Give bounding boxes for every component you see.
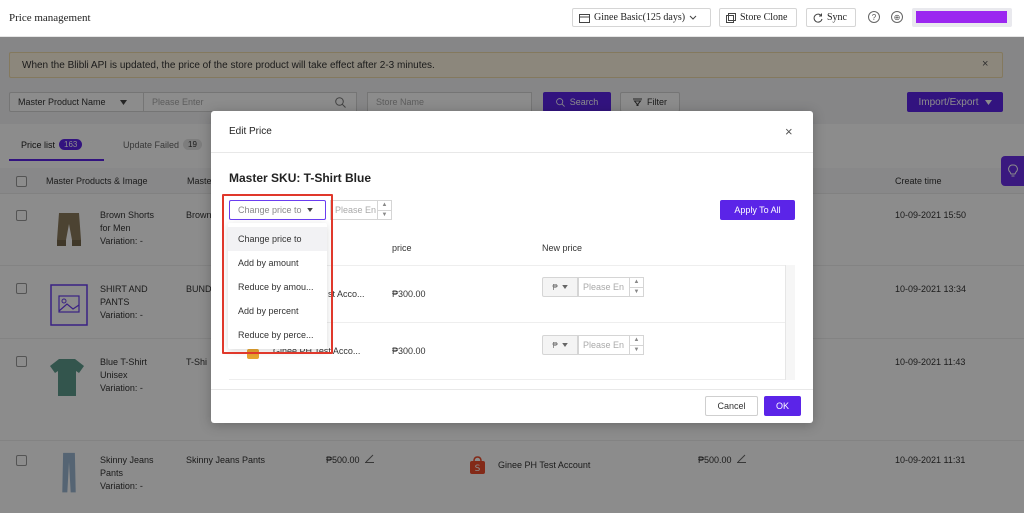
help-icon[interactable]: ? <box>868 11 880 23</box>
ok-button[interactable]: OK <box>764 396 801 416</box>
plan-label: Ginee Basic(125 days) <box>594 12 686 23</box>
caret-down-icon <box>561 343 568 347</box>
stepper-up-icon[interactable]: ▲ <box>378 201 391 211</box>
row-divider <box>229 379 785 380</box>
chevron-down-icon <box>689 15 697 20</box>
store-price: ₱300.00 <box>392 289 426 299</box>
amount-placeholder: Please En <box>335 205 377 215</box>
plan-selector[interactable]: Ginee Basic(125 days) <box>572 8 711 27</box>
highlight-annotation <box>222 194 333 354</box>
new-price-stepper[interactable]: ▲ ▼ <box>630 277 644 297</box>
apply-to-all-button[interactable]: Apply To All <box>720 200 795 220</box>
globe-icon[interactable]: ⊕ <box>891 11 903 23</box>
modal-footer-divider <box>211 389 813 390</box>
stepper-down-icon[interactable]: ▼ <box>378 211 391 220</box>
stepper-up-icon[interactable]: ▲ <box>630 336 643 346</box>
new-price-input[interactable]: Please En <box>578 335 630 355</box>
modal-title: Edit Price <box>229 126 272 137</box>
stepper-up-icon[interactable]: ▲ <box>630 278 643 288</box>
stepper-down-icon[interactable]: ▼ <box>630 288 643 297</box>
new-price-placeholder: Please En <box>583 282 625 292</box>
clone-icon <box>726 12 736 23</box>
amount-input[interactable]: Please En <box>330 200 378 220</box>
currency-label: ₱ <box>552 282 558 292</box>
amount-stepper[interactable]: ▲ ▼ <box>378 200 392 220</box>
master-sku-title: Master SKU: T-Shirt Blue <box>229 171 372 185</box>
col-new-price: New price <box>542 243 583 253</box>
currency-label: ₱ <box>552 340 558 350</box>
col-price: price <box>392 243 412 253</box>
stepper-down-icon[interactable]: ▼ <box>630 346 643 355</box>
new-price-stepper[interactable]: ▲ ▼ <box>630 335 644 355</box>
calendar-icon <box>579 13 590 23</box>
modal-header-divider <box>211 152 813 153</box>
caret-down-icon <box>561 285 568 289</box>
store-price: ₱300.00 <box>392 346 426 356</box>
store-name: st Acco... <box>328 289 365 299</box>
store-clone-label: Store Clone <box>740 12 788 23</box>
user-name-redacted <box>916 11 1007 23</box>
sync-icon <box>813 13 823 23</box>
modal-scrollbar[interactable] <box>785 265 795 380</box>
currency-select[interactable]: ₱ <box>542 277 578 297</box>
sync-button[interactable]: Sync <box>806 8 856 27</box>
currency-select[interactable]: ₱ <box>542 335 578 355</box>
page-title: Price management <box>9 12 91 24</box>
store-clone-button[interactable]: Store Clone <box>719 8 797 27</box>
new-price-placeholder: Please En <box>583 340 625 350</box>
sync-label: Sync <box>827 12 847 23</box>
cancel-button[interactable]: Cancel <box>705 396 758 416</box>
close-icon[interactable]: × <box>785 124 793 139</box>
new-price-input[interactable]: Please En <box>578 277 630 297</box>
